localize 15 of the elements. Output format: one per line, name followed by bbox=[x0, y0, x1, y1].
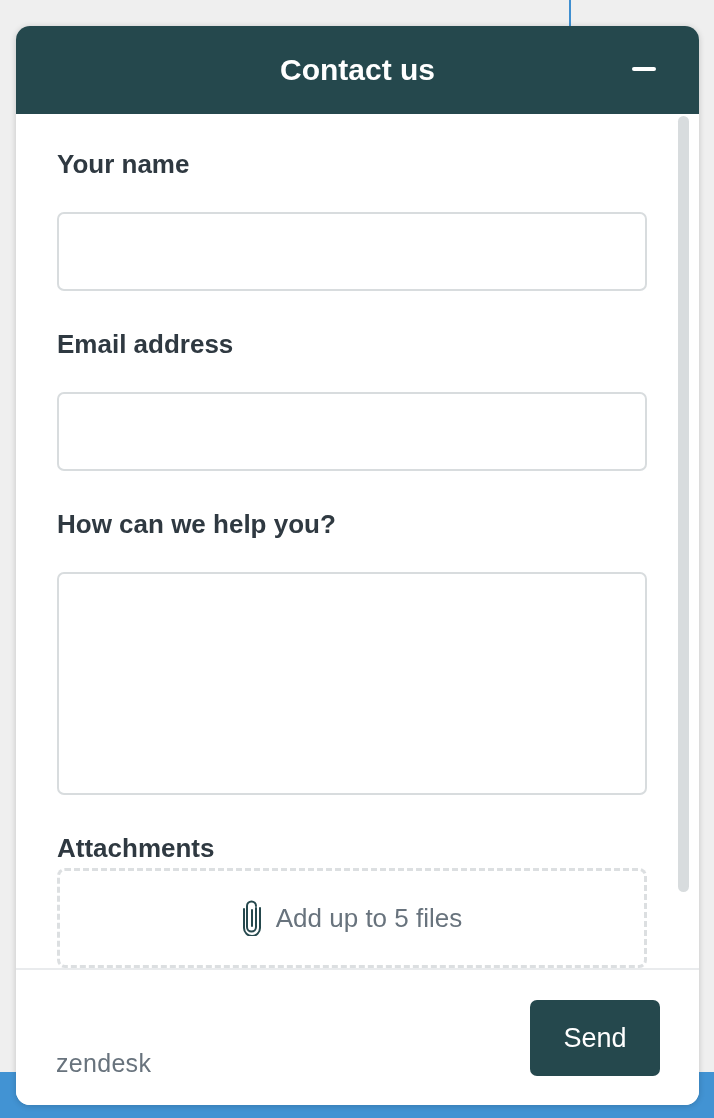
message-textarea[interactable] bbox=[57, 572, 647, 795]
dropzone-text: Add up to 5 files bbox=[275, 902, 463, 934]
zendesk-brand-text: zendesk bbox=[56, 1048, 152, 1078]
field-label: Your name bbox=[57, 148, 191, 180]
text-input-field[interactable] bbox=[57, 212, 647, 291]
widget-title: Contact us bbox=[280, 52, 435, 88]
paperclip-icon bbox=[241, 900, 262, 936]
attachments-label: Attachments bbox=[57, 832, 216, 864]
field-label: How can we help you? bbox=[57, 508, 337, 540]
file-dropzone[interactable]: Add up to 5 files bbox=[57, 868, 647, 968]
send-button[interactable]: Send bbox=[530, 1000, 660, 1076]
field-label: Email address bbox=[57, 328, 235, 360]
scrollbar-thumb[interactable] bbox=[678, 116, 689, 892]
text-input-field[interactable] bbox=[57, 392, 647, 471]
minimize-icon bbox=[632, 67, 656, 71]
